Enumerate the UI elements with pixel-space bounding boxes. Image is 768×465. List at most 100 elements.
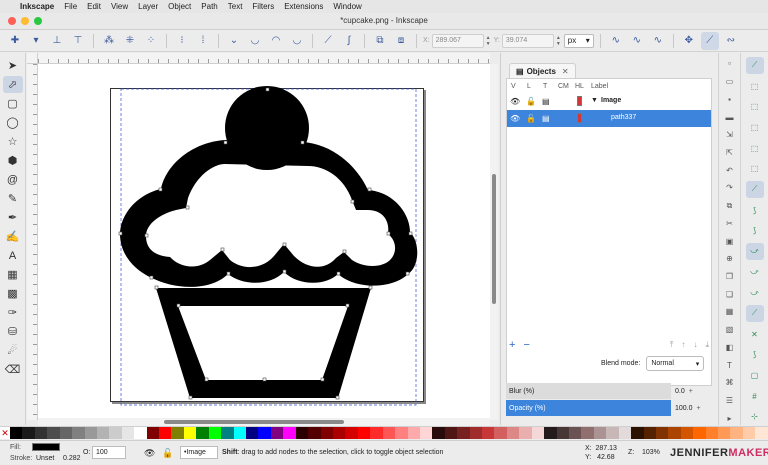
show-outline-icon[interactable]: ∾	[722, 32, 740, 50]
snap-rotation-center-icon[interactable]: ✕	[746, 326, 764, 343]
color-swatch[interactable]	[72, 427, 85, 439]
node[interactable]	[345, 303, 350, 308]
star-tool-icon[interactable]: ☆	[3, 133, 23, 150]
mesh-tool-icon[interactable]: ▩	[3, 285, 23, 302]
color-swatch[interactable]	[631, 427, 644, 439]
color-swatch[interactable]	[531, 427, 545, 439]
opacity-slider[interactable]: Opacity (%)	[506, 400, 671, 416]
unit-select[interactable]: px ▾	[563, 33, 594, 48]
snap-text-baseline-icon[interactable]: ⟆	[746, 346, 764, 363]
menu-path[interactable]: Path	[201, 2, 217, 11]
ellipse-tool-icon[interactable]: ◯	[3, 114, 23, 131]
snap-enable-icon[interactable]: ⟋	[745, 57, 764, 74]
color-swatch[interactable]	[506, 427, 520, 439]
node[interactable]	[149, 275, 154, 280]
spiral-tool-icon[interactable]: @	[3, 171, 23, 188]
zoom-value[interactable]: 103%	[642, 449, 660, 456]
color-swatch[interactable]	[382, 427, 396, 439]
delete-node-icon[interactable]: ⁂	[100, 32, 118, 50]
menu-view[interactable]: View	[111, 2, 128, 11]
node[interactable]	[386, 231, 391, 236]
eraser-tool-icon[interactable]: ⌫	[3, 361, 23, 378]
redo-icon[interactable]: ↷	[723, 181, 737, 195]
opacity-stepper[interactable]: +	[697, 405, 701, 412]
color-swatch[interactable]	[34, 427, 48, 439]
node[interactable]	[220, 247, 225, 252]
color-swatch[interactable]	[742, 427, 756, 439]
vertical-scroll-thumb[interactable]	[492, 174, 496, 304]
color-swatch[interactable]	[196, 427, 209, 439]
show-handles-icon[interactable]: ⟋	[700, 31, 719, 50]
blur-stepper[interactable]: +	[689, 388, 693, 395]
snap-bbox-center-icon[interactable]: ⬚	[746, 160, 764, 177]
node[interactable]	[350, 199, 355, 204]
blend-mode-select[interactable]: Normal ▾	[646, 356, 705, 371]
color-swatch[interactable]	[59, 427, 73, 439]
delete-segment-icon[interactable]: ⁞	[194, 32, 212, 50]
snap-intersection-icon[interactable]: ⟆	[746, 222, 764, 239]
vertical-ruler[interactable]	[27, 64, 38, 420]
y-spinner[interactable]: ▲ ▼	[556, 35, 561, 47]
node[interactable]	[405, 271, 410, 276]
color-swatch[interactable]	[84, 427, 97, 439]
cut-icon[interactable]: ✂	[723, 216, 737, 230]
node[interactable]	[282, 269, 287, 274]
join-nodes-icon[interactable]: ⁜	[121, 32, 139, 50]
color-swatch[interactable]	[22, 427, 35, 439]
stroke-width-value[interactable]: 0.282	[63, 455, 81, 462]
tweak-tool-icon[interactable]: ☄	[3, 342, 23, 359]
node[interactable]	[367, 187, 372, 192]
color-swatch[interactable]	[47, 427, 60, 439]
vertical-scrollbar[interactable]	[490, 64, 498, 420]
expander-icon[interactable]: ▼	[591, 97, 598, 104]
print-icon[interactable]: ▬	[723, 110, 737, 124]
menu-extensions[interactable]: Extensions	[284, 2, 323, 11]
current-layer-select[interactable]: •Image	[180, 446, 218, 459]
export-icon[interactable]: ⇱	[723, 146, 737, 160]
lock-icon[interactable]: 🔓	[526, 114, 536, 123]
lock-icon[interactable]: 🔓	[526, 97, 536, 106]
y-coordinate-input[interactable]: 39.074	[501, 33, 554, 48]
node-tool-icon[interactable]: ⬀	[2, 76, 23, 93]
node[interactable]	[144, 233, 149, 238]
move-bottom-icon[interactable]: ⤓	[705, 340, 709, 350]
group-icon[interactable]: ▦	[723, 305, 737, 319]
paint-bucket-tool-icon[interactable]: ⛁	[3, 323, 23, 340]
color-swatch[interactable]	[96, 427, 110, 439]
horizontal-ruler[interactable]	[38, 53, 490, 64]
add-layer-button[interactable]: +	[509, 339, 515, 351]
menu-app-name[interactable]: Inkscape	[20, 2, 54, 11]
stroke-to-path-icon[interactable]: ⧈	[392, 32, 410, 50]
color-swatch[interactable]	[345, 427, 358, 439]
color-swatch[interactable]	[171, 427, 184, 439]
text-tool-icon[interactable]: A	[3, 247, 23, 264]
color-swatch[interactable]	[159, 427, 172, 439]
color-swatch[interactable]	[134, 427, 147, 439]
show-mask-icon[interactable]: ∿	[628, 32, 646, 50]
remove-object-button[interactable]: −	[523, 339, 529, 351]
color-swatch[interactable]	[419, 427, 433, 439]
color-swatch[interactable]	[519, 427, 532, 439]
color-swatch[interactable]	[221, 427, 234, 439]
snap-nodes-icon[interactable]: ⟋	[745, 181, 764, 198]
node[interactable]	[185, 205, 190, 210]
show-clip-path-icon[interactable]: ∿	[607, 32, 625, 50]
blur-value[interactable]: 0.0	[675, 388, 685, 395]
open-file-icon[interactable]: ▭	[723, 75, 737, 89]
segment-curve-icon[interactable]: ∫	[340, 32, 358, 50]
snap-bbox-edge-icon[interactable]: ⬚	[746, 98, 764, 115]
insert-node-dropdown-icon[interactable]: ▾	[27, 32, 45, 50]
highlight-color-swatch[interactable]	[577, 113, 582, 123]
snap-bbox-midpoint-icon[interactable]: ⬚	[746, 140, 764, 157]
3d-box-tool-icon[interactable]: ⬢	[3, 152, 23, 169]
move-up-icon[interactable]: ↑	[681, 340, 685, 350]
align-icon[interactable]: ☰	[723, 394, 737, 408]
snap-path-icon[interactable]: ⟆	[746, 202, 764, 219]
transform-handles-icon[interactable]: ✥	[680, 32, 698, 50]
color-swatch[interactable]	[705, 427, 719, 439]
color-swatch[interactable]	[109, 427, 122, 439]
node[interactable]	[176, 303, 181, 308]
snap-midpoint-icon[interactable]: ⤻	[746, 284, 764, 301]
color-swatch[interactable]	[581, 427, 594, 439]
menu-edit[interactable]: Edit	[87, 2, 101, 11]
